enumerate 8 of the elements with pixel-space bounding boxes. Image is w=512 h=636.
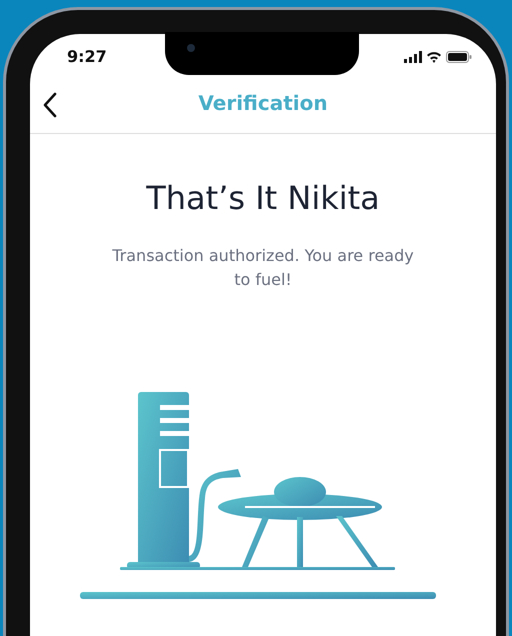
- heading: That’s It Nikita: [145, 178, 381, 219]
- message-text: Transaction authorized. You are ready to fuel!: [111, 245, 415, 291]
- signal-icon: [404, 51, 422, 63]
- back-button[interactable]: [42, 92, 58, 118]
- wifi-icon: [426, 51, 442, 63]
- screen-title: Verification: [198, 90, 328, 116]
- battery-icon: [446, 51, 472, 63]
- status-time: 9:27: [67, 46, 107, 68]
